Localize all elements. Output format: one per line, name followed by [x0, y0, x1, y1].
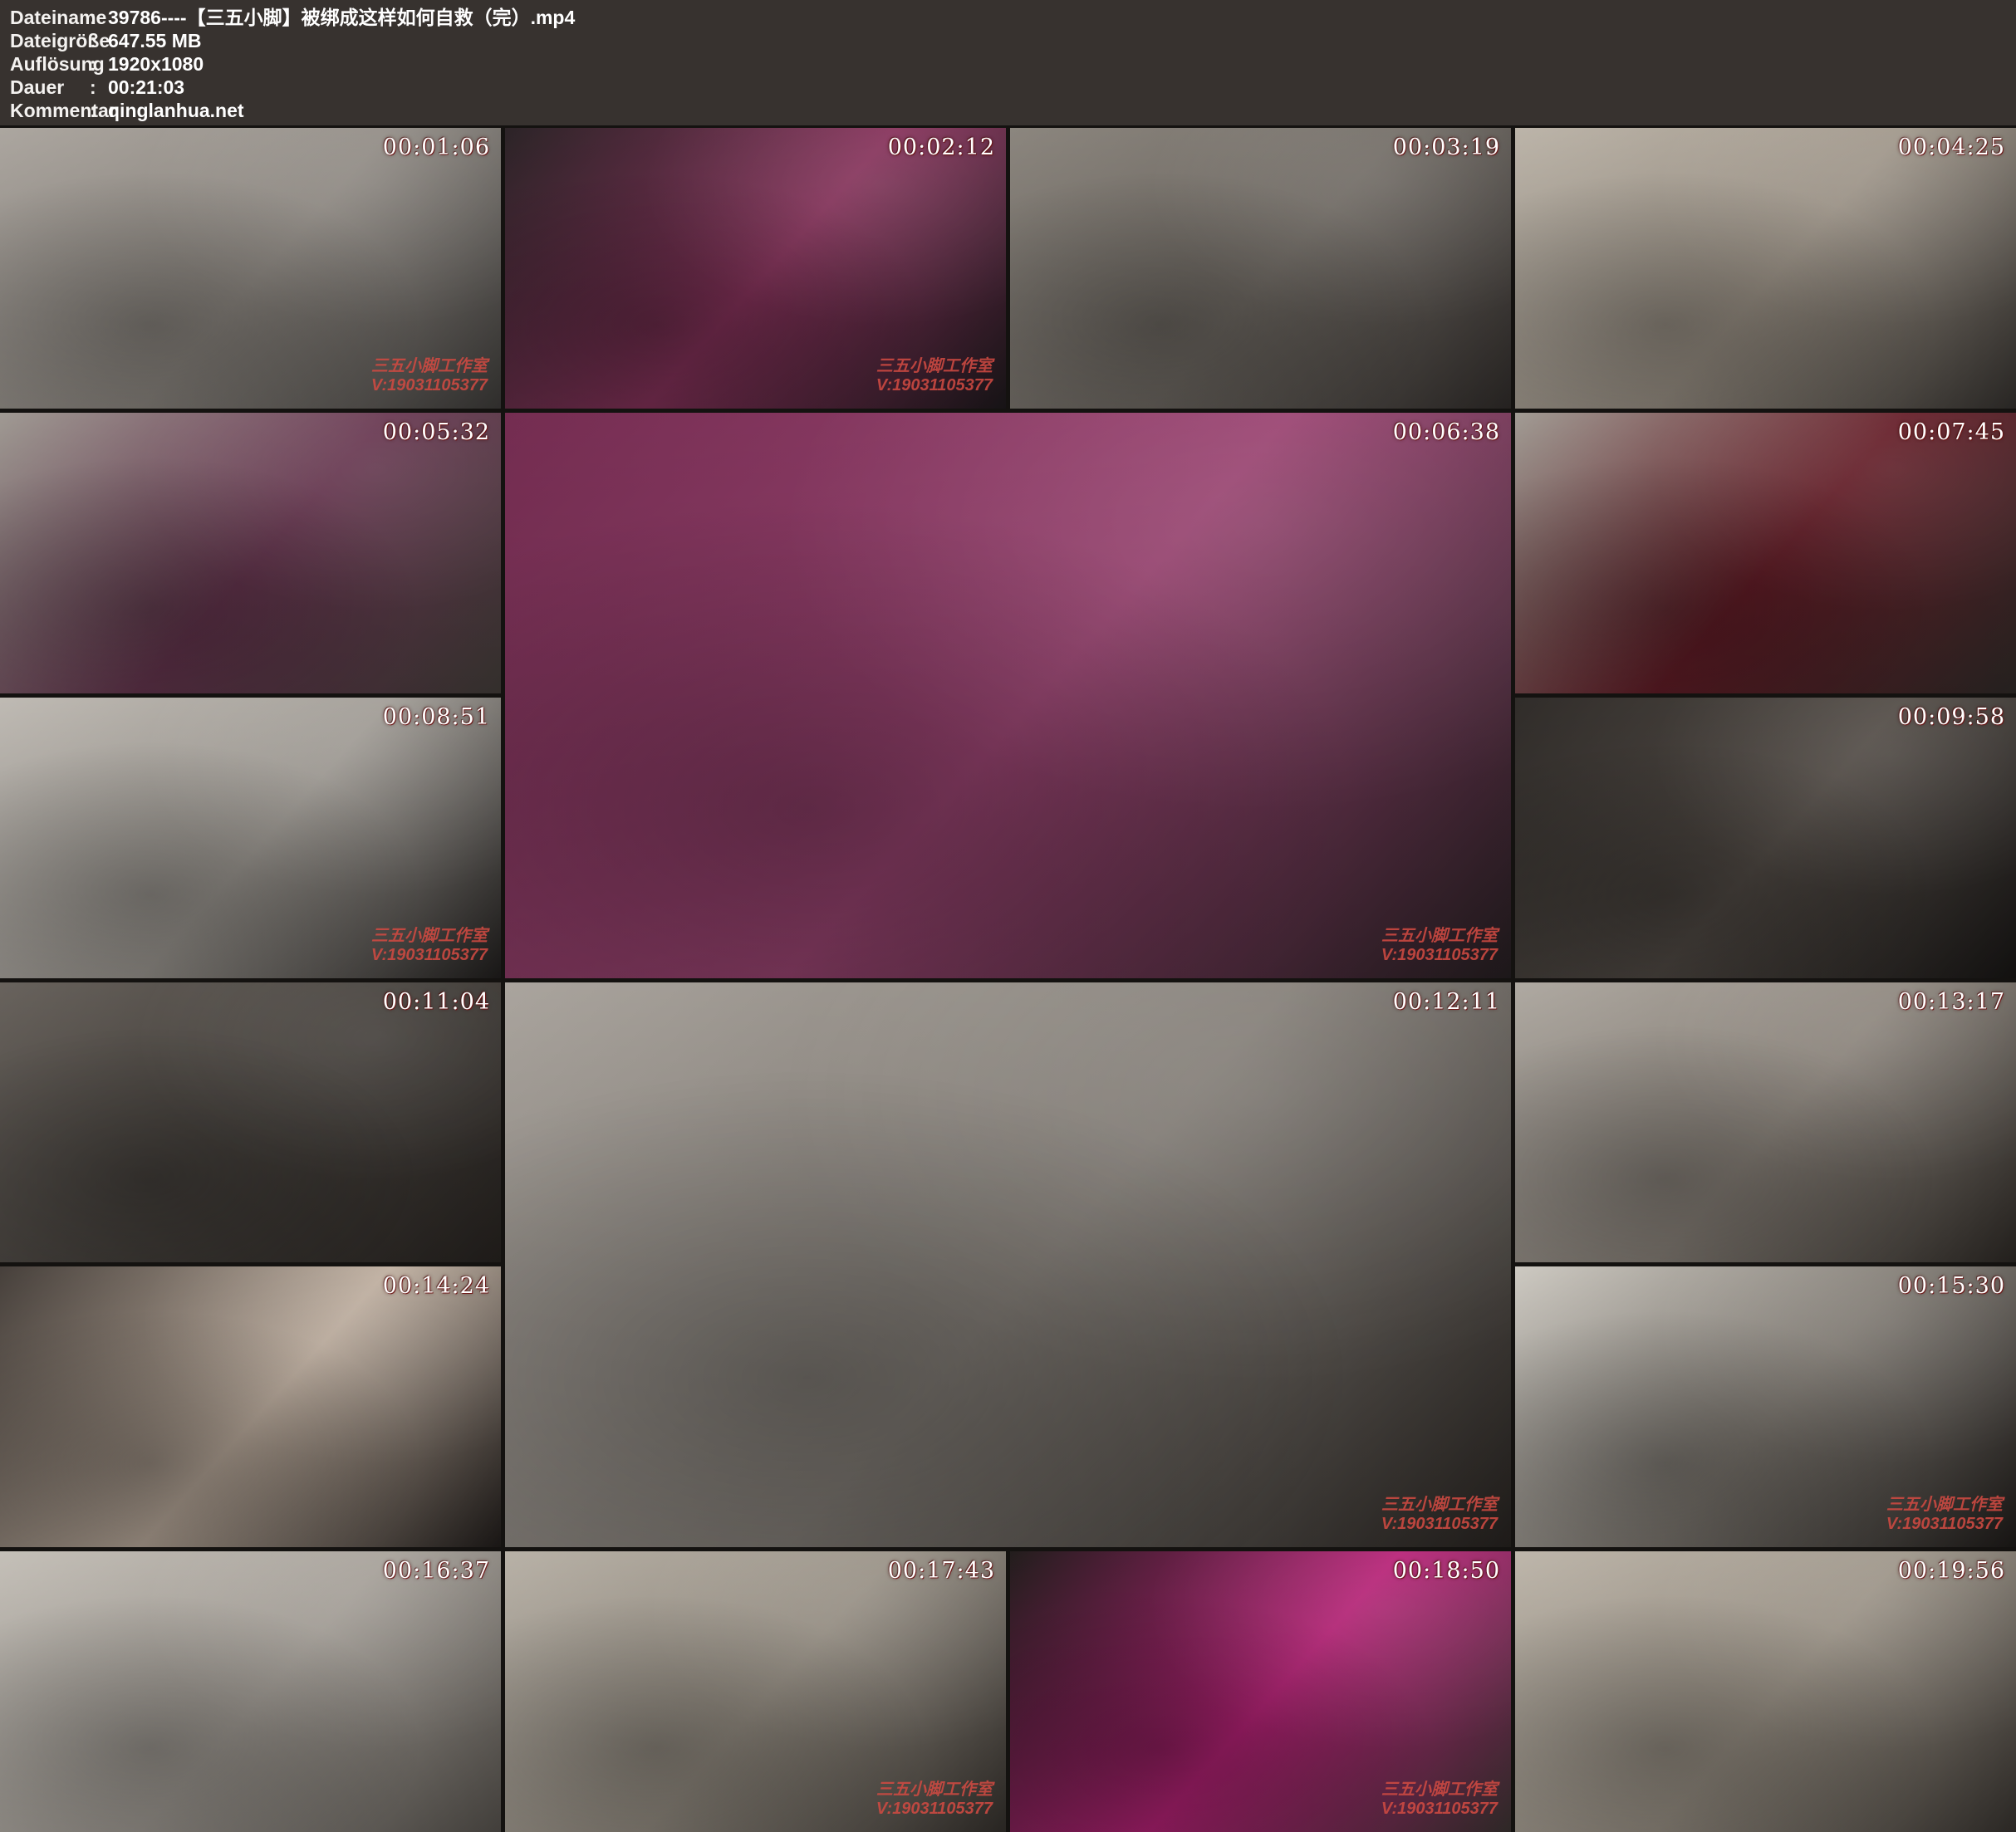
- studio-watermark-line1: 三五小脚工作室: [1381, 1496, 1498, 1515]
- studio-watermark-line1: 三五小脚工作室: [1381, 927, 1498, 946]
- studio-watermark: 三五小脚工作室V:19031105377: [876, 1781, 993, 1819]
- metadata-value: 1920x1080: [108, 52, 204, 76]
- metadata-row: Auflösung:1920x1080: [10, 52, 2016, 76]
- metadata-value: 00:21:03: [108, 76, 184, 99]
- thumbnail-image: [1515, 698, 2016, 978]
- studio-watermark-line2: V:19031105377: [1886, 1515, 2003, 1534]
- studio-watermark-line1: 三五小脚工作室: [876, 1781, 993, 1800]
- timestamp-overlay: 00:01:06: [383, 135, 490, 160]
- video-thumbnail: 00:04:25: [1515, 128, 2016, 409]
- video-thumbnail: 00:02:12 三五小脚工作室V:19031105377: [505, 128, 1006, 409]
- timestamp-overlay: 00:07:45: [1898, 419, 2005, 445]
- video-thumbnail: 00:08:51 三五小脚工作室V:19031105377: [0, 698, 501, 978]
- video-thumbnail: 00:15:30 三五小脚工作室V:19031105377: [1515, 1266, 2016, 1547]
- video-thumbnail: 00:06:38 三五小脚工作室V:19031105377: [505, 413, 1511, 978]
- video-thumbnail: 00:05:32: [0, 413, 501, 693]
- thumbnail-image: [1515, 128, 2016, 409]
- video-thumbnail: 00:09:58: [1515, 698, 2016, 978]
- metadata-separator: :: [90, 52, 108, 76]
- timestamp-overlay: 00:09:58: [1898, 704, 2005, 730]
- timestamp-overlay: 00:16:37: [383, 1558, 490, 1584]
- thumbnail-image: [1010, 128, 1511, 409]
- thumbnail-image: [1515, 982, 2016, 1263]
- metadata-row: Dauer:00:21:03: [10, 76, 2016, 99]
- studio-watermark: 三五小脚工作室V:19031105377: [1886, 1496, 2003, 1534]
- timestamp-overlay: 00:18:50: [1393, 1558, 1500, 1584]
- timestamp-overlay: 00:03:19: [1393, 135, 1500, 160]
- thumbnail-image: [0, 982, 501, 1263]
- video-thumbnail: 00:19:56: [1515, 1551, 2016, 1832]
- thumbnail-image: [0, 1266, 501, 1547]
- metadata-label: Auflösung: [10, 52, 90, 76]
- metadata-row: Dateiname:39786----【三五小脚】被绑成这样如何自救（完）.mp…: [10, 6, 2016, 29]
- studio-watermark-line2: V:19031105377: [371, 376, 488, 395]
- studio-watermark: 三五小脚工作室V:19031105377: [1381, 1496, 1498, 1534]
- metadata-header: Dateiname:39786----【三五小脚】被绑成这样如何自救（完）.mp…: [0, 0, 2016, 125]
- studio-watermark: 三五小脚工作室V:19031105377: [371, 357, 488, 395]
- metadata-row: Kommentar:qinglanhua.net: [10, 99, 2016, 122]
- metadata-row: Dateigröße:647.55 MB: [10, 29, 2016, 52]
- video-thumbnail: 00:14:24: [0, 1266, 501, 1547]
- video-thumbnail: 00:17:43 三五小脚工作室V:19031105377: [505, 1551, 1006, 1832]
- timestamp-overlay: 00:19:56: [1898, 1558, 2005, 1584]
- studio-watermark-line1: 三五小脚工作室: [371, 927, 488, 946]
- timestamp-overlay: 00:13:17: [1898, 989, 2005, 1015]
- metadata-value: 647.55 MB: [108, 29, 202, 52]
- studio-watermark: 三五小脚工作室V:19031105377: [371, 927, 488, 965]
- metadata-value: 39786----【三五小脚】被绑成这样如何自救（完）.mp4: [108, 6, 575, 29]
- metadata-label: Dateigröße: [10, 29, 90, 52]
- timestamp-overlay: 00:06:38: [1393, 419, 1500, 445]
- metadata-separator: :: [90, 76, 108, 99]
- metadata-label: Kommentar: [10, 99, 90, 122]
- timestamp-overlay: 00:15:30: [1898, 1273, 2005, 1299]
- video-thumbnail: 00:18:50 三五小脚工作室V:19031105377: [1010, 1551, 1511, 1832]
- video-thumbnail: 00:12:11 三五小脚工作室V:19031105377: [505, 982, 1511, 1548]
- metadata-label: Dauer: [10, 76, 90, 99]
- video-thumbnail: 00:13:17: [1515, 982, 2016, 1263]
- studio-watermark-line1: 三五小脚工作室: [876, 357, 993, 376]
- thumbnail-image: [1515, 1551, 2016, 1832]
- metadata-separator: :: [90, 29, 108, 52]
- studio-watermark-line2: V:19031105377: [876, 376, 993, 395]
- video-thumbnail: 00:11:04: [0, 982, 501, 1263]
- metadata-separator: :: [90, 6, 108, 29]
- studio-watermark-line2: V:19031105377: [1381, 946, 1498, 965]
- studio-watermark-line1: 三五小脚工作室: [371, 357, 488, 376]
- thumbnail-grid: 00:01:06三五小脚工作室V:1903110537700:02:12三五小脚…: [0, 125, 2016, 1832]
- timestamp-overlay: 00:12:11: [1393, 989, 1500, 1015]
- thumbnail-image: [1515, 413, 2016, 693]
- video-thumbnail: 00:16:37: [0, 1551, 501, 1832]
- timestamp-overlay: 00:08:51: [383, 704, 490, 730]
- studio-watermark-line2: V:19031105377: [371, 946, 488, 965]
- timestamp-overlay: 00:04:25: [1898, 135, 2005, 160]
- studio-watermark-line2: V:19031105377: [876, 1800, 993, 1819]
- thumbnail-image: [0, 1551, 501, 1832]
- video-thumbnail: 00:03:19: [1010, 128, 1511, 409]
- timestamp-overlay: 00:05:32: [383, 419, 490, 445]
- thumbnail-image: [0, 413, 501, 693]
- metadata-label: Dateiname: [10, 6, 90, 29]
- studio-watermark-line1: 三五小脚工作室: [1886, 1496, 2003, 1515]
- studio-watermark: 三五小脚工作室V:19031105377: [1381, 1781, 1498, 1819]
- metadata-separator: :: [90, 99, 108, 122]
- thumbnail-image: [505, 413, 1511, 978]
- thumbnail-image: [505, 982, 1511, 1548]
- timestamp-overlay: 00:11:04: [383, 989, 490, 1015]
- studio-watermark: 三五小脚工作室V:19031105377: [876, 357, 993, 395]
- studio-watermark-line2: V:19031105377: [1381, 1515, 1498, 1534]
- timestamp-overlay: 00:02:12: [888, 135, 995, 160]
- studio-watermark: 三五小脚工作室V:19031105377: [1381, 927, 1498, 965]
- metadata-value: qinglanhua.net: [108, 99, 244, 122]
- timestamp-overlay: 00:14:24: [383, 1273, 490, 1299]
- video-thumbnail: 00:07:45: [1515, 413, 2016, 693]
- video-thumbnail: 00:01:06 三五小脚工作室V:19031105377: [0, 128, 501, 409]
- studio-watermark-line2: V:19031105377: [1381, 1800, 1498, 1819]
- timestamp-overlay: 00:17:43: [888, 1558, 995, 1584]
- studio-watermark-line1: 三五小脚工作室: [1381, 1781, 1498, 1800]
